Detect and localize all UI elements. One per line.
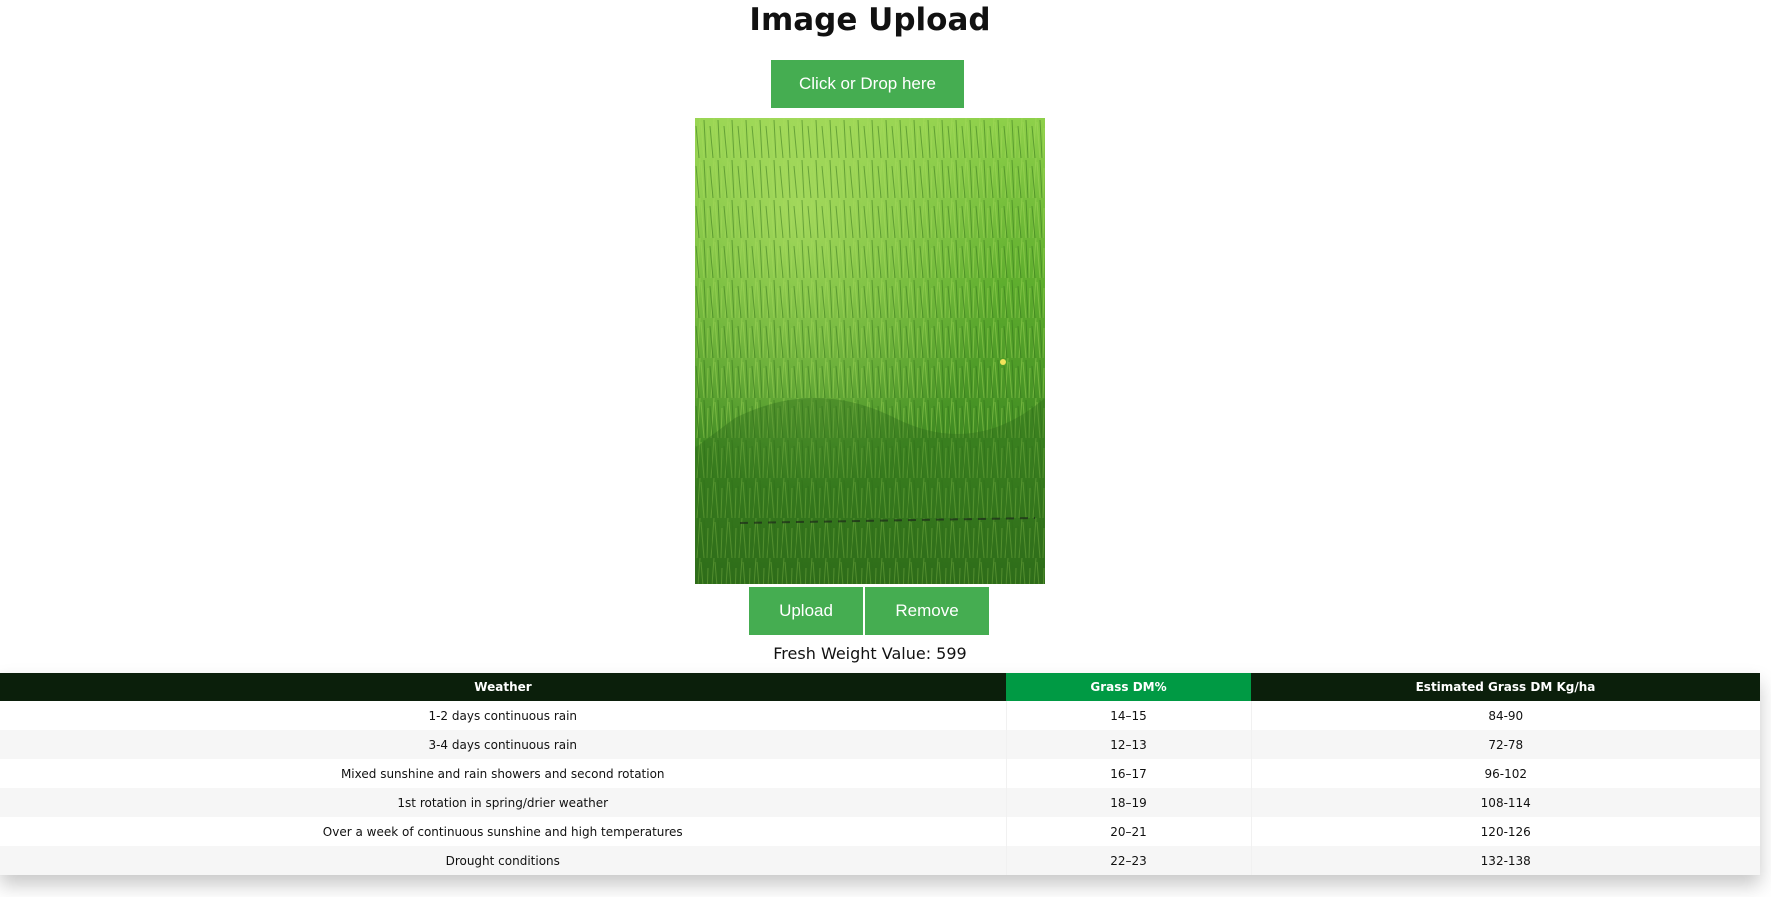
table-row: 3-4 days continuous rain 12–13 72-78 <box>0 730 1760 759</box>
weather-cell: Mixed sunshine and rain showers and seco… <box>0 759 1007 788</box>
grass-dm-cell: 18–19 <box>1006 788 1252 817</box>
grass-dm-cell: 12–13 <box>1006 730 1252 759</box>
table-header-row: Weather Grass DM% Estimated Grass DM Kg/… <box>0 673 1760 701</box>
weather-cell: 1-2 days continuous rain <box>0 701 1007 730</box>
header-weather: Weather <box>0 673 1006 701</box>
header-grass-dm-percent: Grass DM% <box>1006 673 1251 701</box>
image-preview <box>695 118 1045 584</box>
remove-button[interactable]: Remove <box>865 587 989 635</box>
grass-photo-icon <box>695 118 1045 584</box>
estimated-dm-cell: 132-138 <box>1251 846 1760 875</box>
page-title: Image Upload <box>749 2 991 38</box>
table-row: Over a week of continuous sunshine and h… <box>0 817 1760 846</box>
estimated-dm-cell: 72-78 <box>1251 730 1760 759</box>
header-estimated-grass-dm: Estimated Grass DM Kg/ha <box>1251 673 1760 701</box>
estimated-dm-cell: 120-126 <box>1251 817 1760 846</box>
table-row: Mixed sunshine and rain showers and seco… <box>0 759 1760 788</box>
table-row: Drought conditions 22–23 132-138 <box>0 846 1760 875</box>
upload-button[interactable]: Upload <box>749 587 863 635</box>
grass-dm-table: Weather Grass DM% Estimated Grass DM Kg/… <box>0 673 1760 875</box>
grass-dm-cell: 22–23 <box>1006 846 1252 875</box>
file-drop-zone-button[interactable]: Click or Drop here <box>771 60 964 108</box>
table-row: 1-2 days continuous rain 14–15 84-90 <box>0 701 1760 730</box>
grass-dm-cell: 16–17 <box>1006 759 1252 788</box>
weather-cell: Over a week of continuous sunshine and h… <box>0 817 1007 846</box>
weather-cell: 1st rotation in spring/drier weather <box>0 788 1007 817</box>
weather-cell: Drought conditions <box>0 846 1007 875</box>
grass-dm-cell: 14–15 <box>1006 701 1252 730</box>
table-row: 1st rotation in spring/drier weather 18–… <box>0 788 1760 817</box>
weather-cell: 3-4 days continuous rain <box>0 730 1007 759</box>
fresh-weight-value: Fresh Weight Value: 599 <box>773 644 967 663</box>
estimated-dm-cell: 108-114 <box>1251 788 1760 817</box>
grass-dm-cell: 20–21 <box>1006 817 1252 846</box>
action-buttons: Upload Remove <box>749 587 989 635</box>
estimated-dm-cell: 84-90 <box>1251 701 1760 730</box>
estimated-dm-cell: 96-102 <box>1251 759 1760 788</box>
